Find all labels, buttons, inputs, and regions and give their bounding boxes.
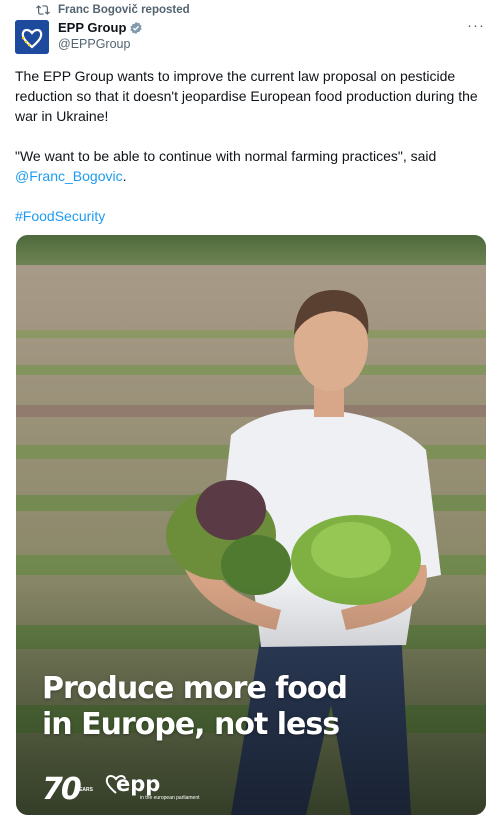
repost-text: Franc Bogovič reposted xyxy=(58,4,190,16)
epp-logo: epp in the european parliament xyxy=(104,773,200,801)
epp-logo-word: epp xyxy=(116,772,161,796)
hashtag-link[interactable]: #FoodSecurity xyxy=(15,206,487,226)
tweet-paragraph-2: "We want to be able to continue with nor… xyxy=(15,146,487,186)
tweet-header: EPP Group @EPPGroup xyxy=(58,19,143,51)
tweet-text: The EPP Group wants to improve the curre… xyxy=(15,66,487,246)
anniversary-number: 70 xyxy=(42,772,82,807)
headline-line-2: in Europe, not less xyxy=(42,707,340,742)
more-options-icon[interactable]: ··· xyxy=(466,18,486,36)
tweet-media-image[interactable]: Produce more food in Europe, not less 70… xyxy=(16,235,486,815)
quote-text: "We want to be able to continue with nor… xyxy=(15,148,437,164)
image-headline: Produce more food in Europe, not less xyxy=(42,671,348,743)
epp-heart-logo-icon xyxy=(15,20,49,54)
repost-icon xyxy=(36,5,50,15)
author-handle[interactable]: @EPPGroup xyxy=(58,37,143,51)
anniversary-label: YEARS xyxy=(75,787,93,793)
headline-line-1: Produce more food xyxy=(42,671,348,706)
mention-link[interactable]: @Franc_Bogovic xyxy=(15,168,123,184)
author-name[interactable]: EPP Group xyxy=(58,20,126,35)
repost-context[interactable]: Franc Bogovič reposted xyxy=(36,2,190,18)
anniversary-logo: 70 YEARS xyxy=(42,771,93,805)
quote-end: . xyxy=(122,168,127,184)
epp-logo-subtitle: in the european parliament xyxy=(140,795,200,801)
epp-heart-icon xyxy=(105,775,126,794)
tweet-paragraph-1: The EPP Group wants to improve the curre… xyxy=(15,68,478,124)
verified-gray-badge-icon xyxy=(130,21,143,34)
avatar[interactable] xyxy=(15,20,49,54)
